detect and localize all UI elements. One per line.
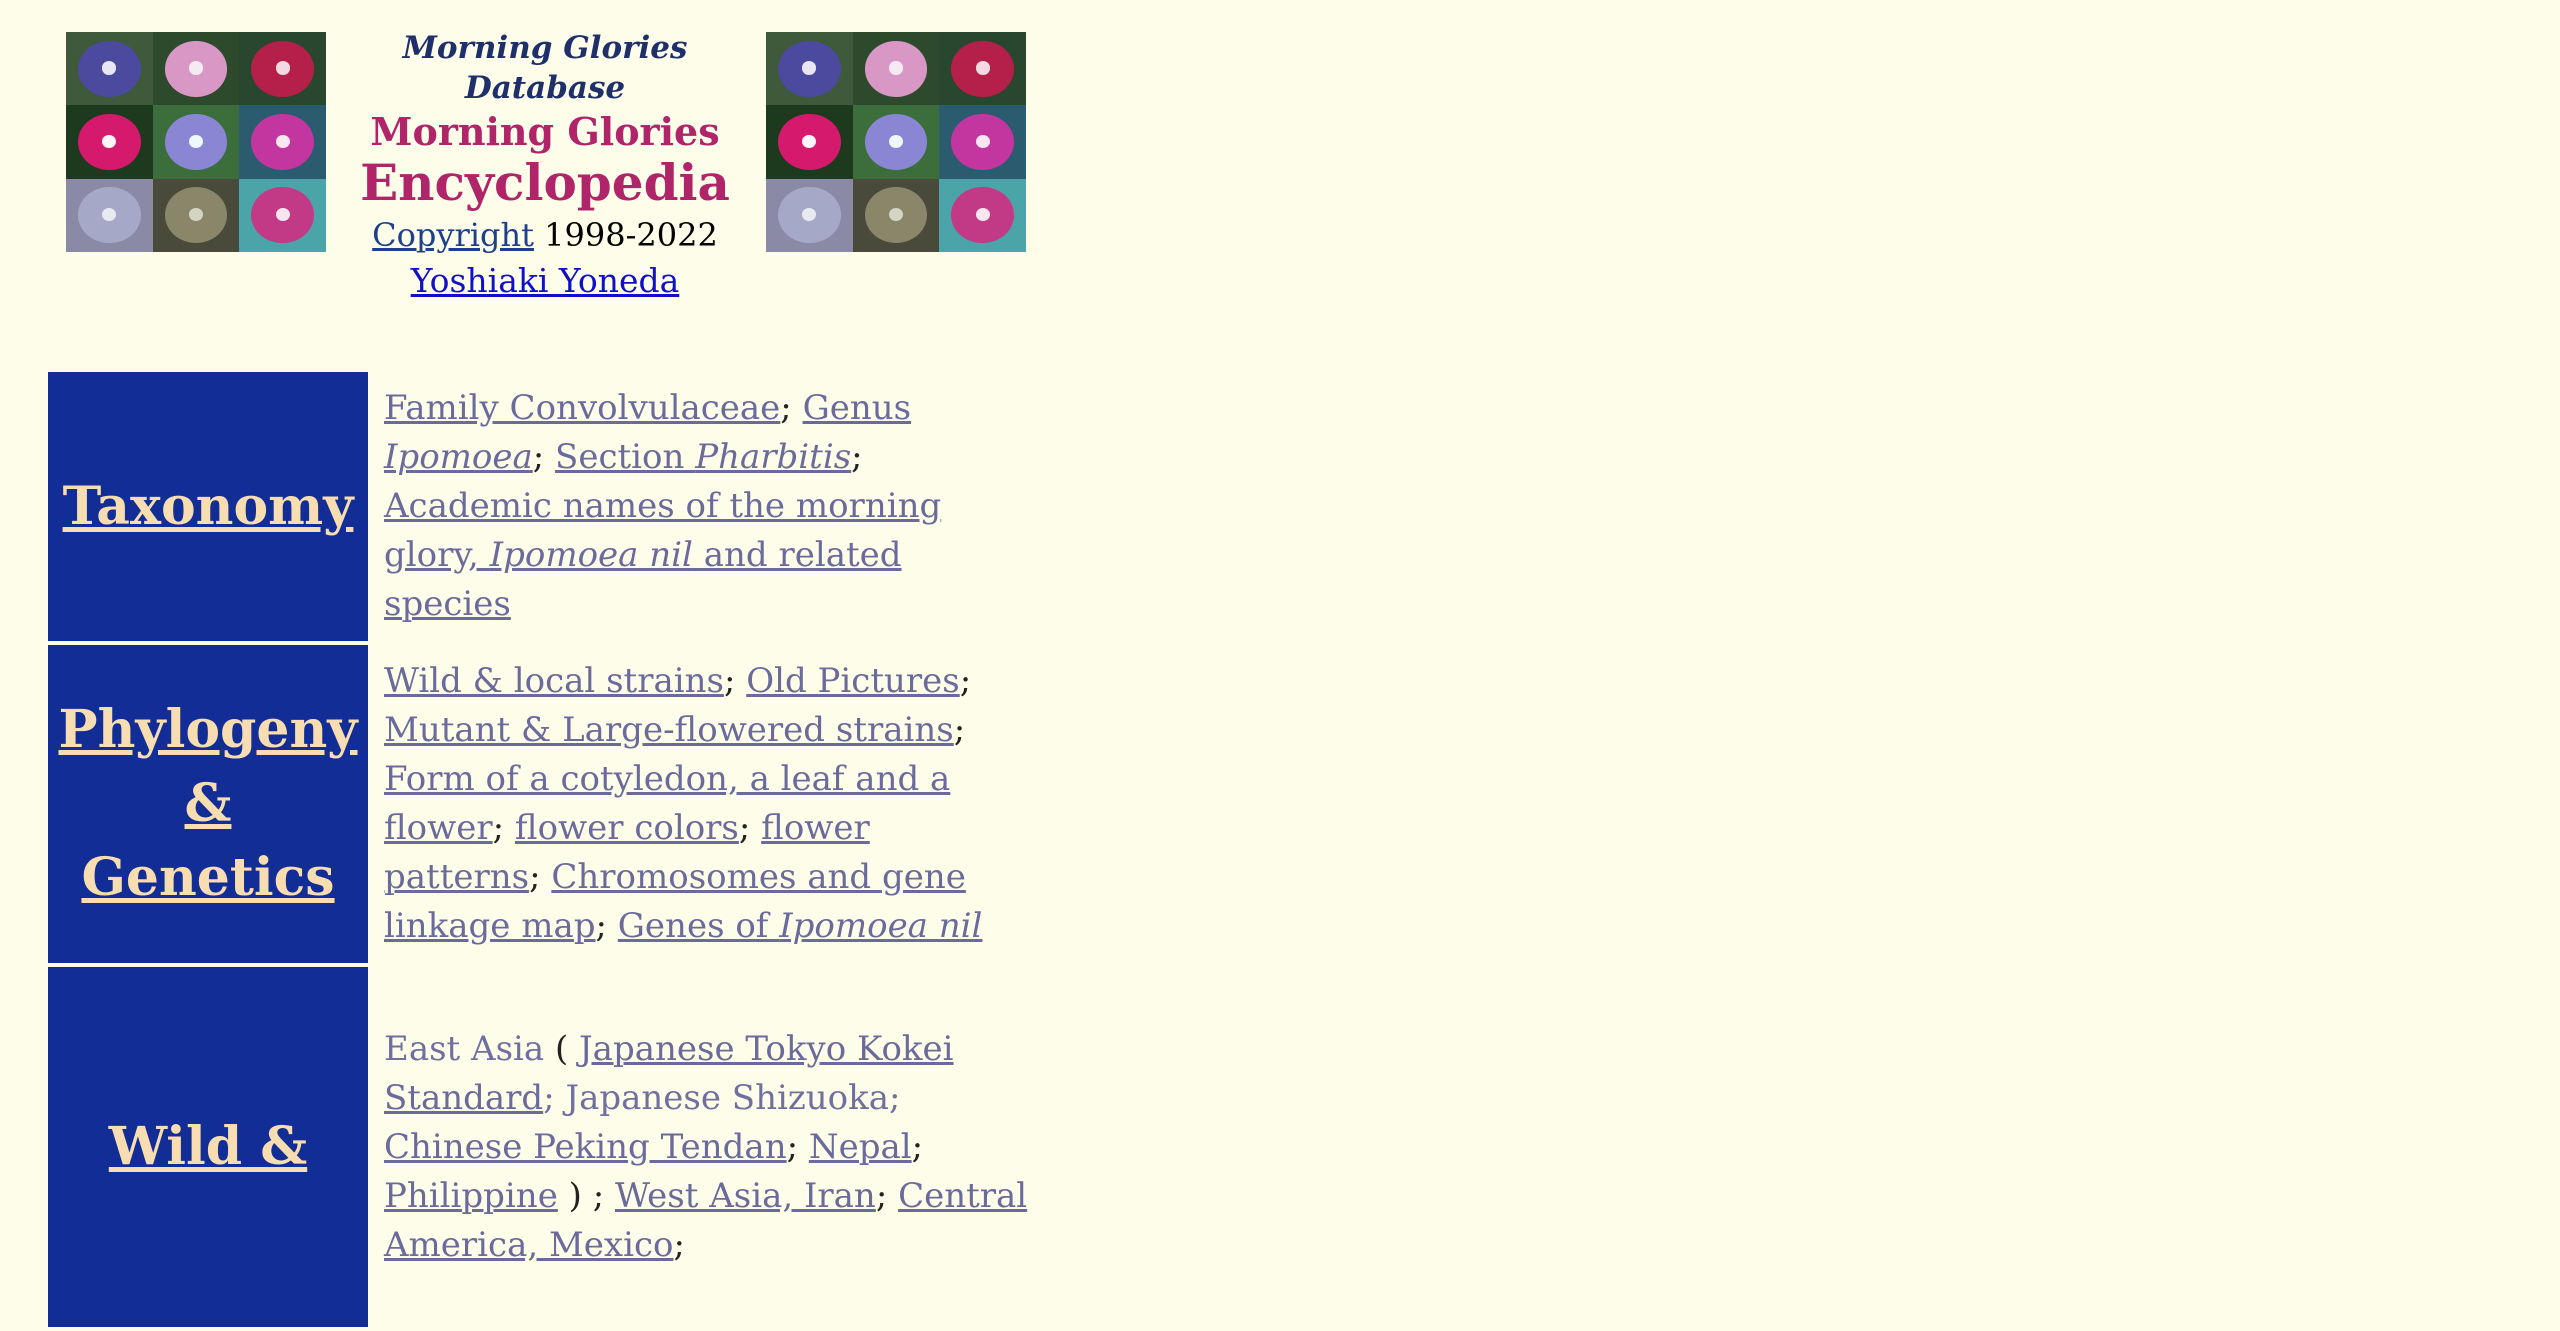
category-phylogeny-genetics-link[interactable]: Phylogeny & Genetics <box>58 699 357 908</box>
mutant-strains-link[interactable]: Mutant & Large-flowered strains <box>384 710 954 750</box>
section-pharbitis-link[interactable]: Section Pharbitis <box>555 437 851 477</box>
site-title-line1: Morning Glories <box>370 109 720 154</box>
flower-image <box>852 105 940 179</box>
flower-image <box>66 32 153 106</box>
table-row: Taxonomy Family Convolvulaceae; Genus Ip… <box>48 372 1028 641</box>
flower-mosaic-left <box>66 32 326 252</box>
flower-image <box>152 178 240 252</box>
flower-image <box>239 105 326 179</box>
chinese-peking-tendan-link[interactable]: Chinese Peking Tendan <box>384 1127 787 1167</box>
copyright-line: Copyright 1998-2022 <box>330 212 760 258</box>
description-cell: East Asia ( Japanese Tokyo Kokei Standar… <box>384 1028 1028 1265</box>
flower-image <box>66 105 153 179</box>
copyright-link[interactable]: Copyright <box>372 216 534 254</box>
family-convolvulaceae-link[interactable]: Family Convolvulaceae <box>384 388 780 428</box>
flower-mosaic-right <box>766 32 1026 252</box>
database-name: Morning Glories Database <box>402 30 688 106</box>
site-title-line2: Encyclopedia <box>360 153 730 212</box>
flower-image <box>852 32 940 106</box>
table-row: Phylogeny & Genetics Wild & local strains… <box>48 645 1028 963</box>
author-line: Yoshiaki Yoneda <box>330 258 760 304</box>
flower-image <box>239 32 326 106</box>
region-east-asia: East Asia <box>384 1028 545 1069</box>
topic-table: Taxonomy Family Convolvulaceae; Genus Ip… <box>48 368 1028 1331</box>
author-link[interactable]: Yoshiaki Yoneda <box>411 261 680 300</box>
west-asia-iran-link[interactable]: West Asia, Iran <box>615 1176 876 1216</box>
flower-image <box>939 105 1026 179</box>
flower-image <box>766 105 853 179</box>
philippine-link[interactable]: Philippine <box>384 1176 558 1216</box>
category-wild-link[interactable]: Wild & <box>109 1116 307 1177</box>
flower-image <box>766 32 853 106</box>
category-cell: Phylogeny & Genetics <box>48 645 368 963</box>
description-cell: Family Convolvulaceae; Genus Ipomoea; Se… <box>384 388 942 624</box>
category-cell: Wild & <box>48 967 368 1327</box>
flower-image <box>939 32 1026 106</box>
category-cell: Taxonomy <box>48 372 368 641</box>
flower-image <box>939 178 1026 252</box>
site-header: Morning Glories Database Morning Glories… <box>330 28 760 304</box>
flower-image <box>66 178 153 252</box>
table-row: Wild & East Asia ( Japanese Tokyo Kokei … <box>48 967 1028 1327</box>
old-pictures-link[interactable]: Old Pictures <box>746 661 960 701</box>
copyright-years: 1998-2022 <box>544 216 718 254</box>
flower-colors-link[interactable]: flower colors <box>515 808 739 848</box>
flower-image <box>152 32 240 106</box>
nepal-link[interactable]: Nepal <box>809 1127 912 1167</box>
category-taxonomy-link[interactable]: Taxonomy <box>63 476 354 537</box>
description-cell: Wild & local strains; Old Pictures; Muta… <box>384 661 983 946</box>
flower-image <box>152 105 240 179</box>
flower-image <box>239 178 326 252</box>
wild-local-strains-link[interactable]: Wild & local strains <box>384 661 724 701</box>
flower-image <box>766 178 853 252</box>
flower-image <box>852 178 940 252</box>
genes-ipomoea-nil-link[interactable]: Genes of Ipomoea nil <box>618 906 983 946</box>
academic-names-link[interactable]: Academic names of the morning glory, Ipo… <box>384 486 941 624</box>
